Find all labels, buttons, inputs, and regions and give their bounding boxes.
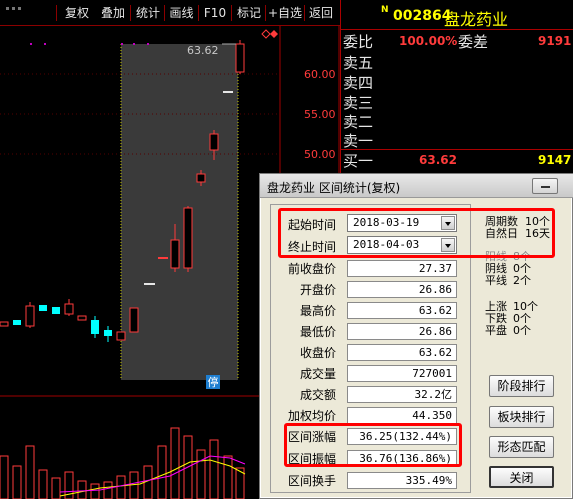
dialog-close-icon[interactable] <box>532 178 558 194</box>
diamond-marker-icon <box>261 29 271 39</box>
pattern-match-button[interactable]: 形态匹配 <box>489 436 554 458</box>
count-down-value: 0个 <box>513 312 531 325</box>
interval-stats-dialog: 盘龙药业 区间统计(复权) 起始时间 2018-03-19 终止时间 2018-… <box>259 173 573 499</box>
field-value: 27.37 <box>347 260 457 277</box>
dialog-titlebar[interactable]: 盘龙药业 区间统计(复权) <box>260 174 573 198</box>
field-value: 63.62 <box>347 302 457 319</box>
field-label: 前收盘价 <box>288 262 337 276</box>
dialog-title: 盘龙药业 区间统计(复权) <box>267 181 401 195</box>
high-price-annotation: 63.62 <box>187 44 219 57</box>
count-even-value: 0个 <box>513 324 531 337</box>
field-value: 335.49% <box>347 472 457 489</box>
field-label: 最高价 <box>300 304 337 318</box>
app-window: { "toolbar": { "buttons": ["复权","叠加","统计… <box>0 0 573 499</box>
close-button[interactable]: 关闭 <box>489 466 554 488</box>
toolbar-back-button[interactable]: 返回 <box>306 3 336 23</box>
field-label: 区间换手 <box>288 474 337 488</box>
diamond-marker-icon <box>270 30 278 38</box>
toolbar-add-watchlist-button[interactable]: +自选 <box>267 3 303 23</box>
field-label: 成交额 <box>300 388 337 402</box>
chart-toolbar: 复权 叠加 统计 画线 F10 标记 +自选 返回 <box>0 0 340 26</box>
field-value: 44.350 <box>347 407 457 424</box>
count-up-label: 上涨 <box>485 300 507 313</box>
toolbar-draw-button[interactable]: 画线 <box>166 3 197 23</box>
field-value: 63.62 <box>347 344 457 361</box>
candles-left <box>0 299 126 342</box>
selection-area <box>121 44 238 380</box>
quote-row-sell2: 卖二 <box>343 113 374 131</box>
toolbar-separator <box>231 5 232 21</box>
stock-name: 盘龙药业 <box>444 10 509 29</box>
field-label: 最低价 <box>300 325 337 339</box>
toolbar-mark-button[interactable]: 标记 <box>234 3 264 23</box>
quote-row-sell1: 卖一 <box>343 132 374 150</box>
toolbar-separator <box>265 5 266 21</box>
phase-rank-button[interactable]: 阶段排行 <box>489 375 554 397</box>
volume-bars <box>0 427 245 499</box>
count-down-label: 下跌 <box>485 312 507 325</box>
field-value: 727001 <box>347 365 457 382</box>
toolbar-stats-button[interactable]: 统计 <box>133 3 163 23</box>
toolbar-menu-icon[interactable] <box>0 3 28 23</box>
field-value: 26.86 <box>347 323 457 340</box>
toolbar-separator <box>198 5 199 21</box>
quote-row-weibi: 委比 100.00% 委差 9191 <box>343 33 572 51</box>
highlight-date-range <box>278 208 555 258</box>
count-yin-label: 阴线 <box>485 262 507 275</box>
toolbar-separator <box>164 5 165 21</box>
sector-rank-button[interactable]: 板块排行 <box>489 406 554 428</box>
field-value: 32.2亿 <box>347 386 457 403</box>
count-flat-label: 平线 <box>485 274 507 287</box>
count-flat-value: 2个 <box>513 274 531 287</box>
toolbar-separator <box>130 5 131 21</box>
stock-marker: N <box>381 5 389 15</box>
toolbar-separator <box>304 5 305 21</box>
toolbar-separator <box>56 5 57 21</box>
toolbar-f10-button[interactable]: F10 <box>200 3 230 23</box>
toolbar-overlay-button[interactable]: 叠加 <box>96 3 130 23</box>
field-label: 开盘价 <box>300 283 337 297</box>
field-label: 加权均价 <box>288 409 337 423</box>
price-label-60: 60.00 <box>304 68 336 81</box>
price-label-55: 55.00 <box>304 108 336 121</box>
quote-row-sell4: 卖四 <box>343 74 374 92</box>
count-even-label: 平盘 <box>485 324 507 337</box>
quote-row-sell5: 卖五 <box>343 54 374 72</box>
highlight-interval-change <box>284 423 462 467</box>
price-label-50: 50.00 <box>304 148 336 161</box>
field-label: 收盘价 <box>300 346 337 360</box>
count-up-value: 10个 <box>513 300 538 313</box>
quote-row-buy1: 买一 63.62 9147 <box>343 152 572 170</box>
count-yin-value: 0个 <box>513 262 531 275</box>
quote-header: N 002864 盘龙药业 <box>341 0 573 30</box>
stock-code: 002864 <box>393 8 452 24</box>
toolbar-fuquan-button[interactable]: 复权 <box>60 3 94 23</box>
field-label: 成交量 <box>300 367 337 381</box>
quote-panel: N 002864 盘龙药业 委比 100.00% 委差 9191 卖五 卖四 卖… <box>340 0 573 175</box>
suspend-marker-text: 停 <box>208 375 219 389</box>
quote-row-sell3: 卖三 <box>343 94 374 112</box>
field-value: 26.86 <box>347 281 457 298</box>
